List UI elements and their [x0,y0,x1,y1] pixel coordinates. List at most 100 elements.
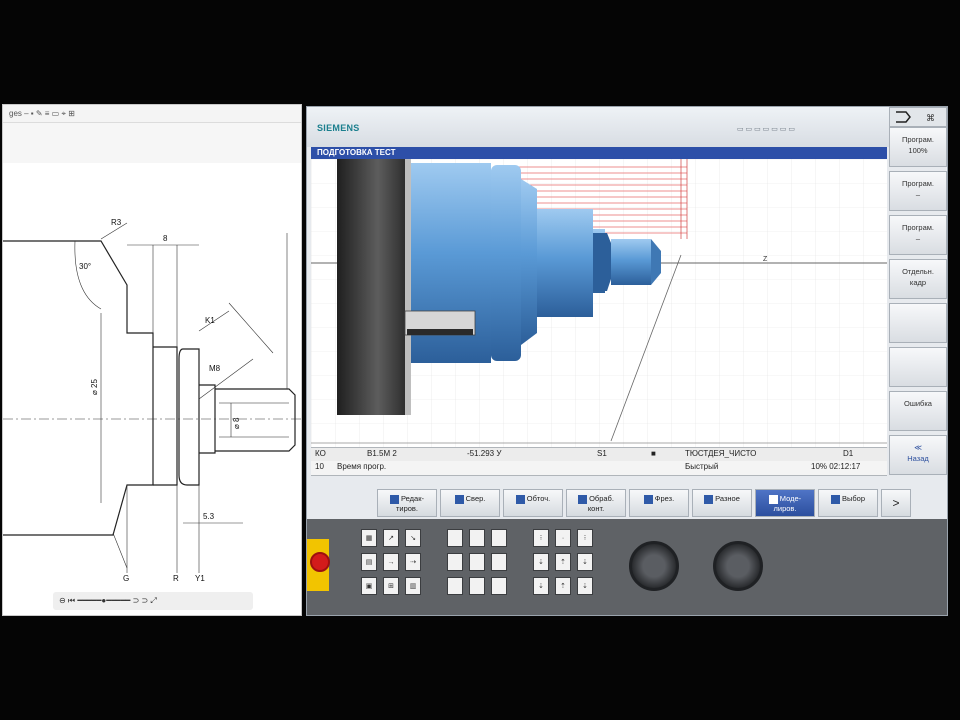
vsoftkey-3[interactable]: Програм. – [889,215,947,255]
cnc-control-window: SIEMENS ▭ ▭ ▭ ▭ ▭ ▭ ▭ ⌘ ПОДГОТОВКА ТЕСТ [306,106,948,616]
panel-key-3-3[interactable]: ⁝ [577,529,593,547]
panel-key-repos[interactable]: ↘ [405,529,421,547]
hsoftkey-select[interactable]: Выбор [818,489,878,517]
drill-icon [454,494,464,504]
edit-icon [389,494,399,504]
panel-key-3-5[interactable]: ⇡ [555,553,571,571]
dim-angle-label: 30° [79,262,91,271]
dim-radius-label: R3 [111,218,122,227]
dim-diameter-left-label: ⌀ 25 [90,379,99,395]
hsoftkey-misc-label: Разное [715,494,740,503]
panel-key-3-7[interactable]: ⇣ [533,577,549,595]
hsoftkey-turning[interactable]: Обточ. [503,489,563,517]
emergency-stop-button[interactable] [310,552,330,572]
hsoftkey-select-label: Выбор [841,494,866,503]
dim-bottom-a-label: G [123,574,129,583]
machine-control-panel: ▦ ↗ ↘ ▤ → ⇢ ▣ ⊞ ▥ ⁝ · ⁝ ⇣ ⇡ ⇣ ⇣ ⇡ ⇣ [307,519,947,615]
vsoftkey-5[interactable] [889,303,947,343]
panel-key-2-1[interactable] [447,529,463,547]
status-indicator: ■ [651,449,656,458]
hsoftkey-contour-label: Обраб. конт. [587,494,614,513]
hsoftkey-drill-label: Свер. [465,494,486,503]
panel-key-jog[interactable]: ▦ [361,529,377,547]
vsoftkey-1[interactable]: Програм. 100% [889,127,947,167]
panel-key-2-3[interactable] [491,529,507,547]
status-coordinate: -51.293 У [467,449,502,458]
panel-key-inc[interactable]: ⊞ [383,577,399,595]
status-time: 10% 02:12:17 [811,462,861,471]
page-navigation-bar[interactable]: ⊖ ⏮ ━━━━━●━━━━━ ⊃ ⊃ ⤢ [53,592,253,610]
feed-override-knob[interactable] [629,541,679,591]
panel-key-3-4[interactable]: ⇣ [533,553,549,571]
dim-diameter-mid-label: ⌀ 8 [232,417,241,429]
panel-key-2-5[interactable] [469,553,485,571]
technical-drawing: R3 30° 8 K1 M8 ⌀ 25 ⌀ 8 5.3 G R Y1 [3,218,301,583]
vsoftkey-4[interactable]: Отдельн. кадр [889,259,947,299]
panel-key-3-9[interactable]: ⇣ [577,577,593,595]
drawing-toolbar[interactable]: ges – ▪ ✎ ≡ ▭ ⌖ ⊞ [3,105,301,123]
panel-key-ref[interactable]: ↗ [383,529,399,547]
svg-text:Z: Z [763,256,768,263]
hsoftkey-next[interactable]: > [881,489,911,517]
dim-thread-label: M8 [209,364,221,373]
header-status-icons: ▭ ▭ ▭ ▭ ▭ ▭ ▭ [737,126,795,133]
dim-bottom-c-label: Y1 [195,574,205,583]
cnc-header: SIEMENS ▭ ▭ ▭ ▭ ▭ ▭ ▭ [307,107,889,147]
panel-key-2-2[interactable] [469,529,485,547]
status-speed-mode: Быстрый [685,462,719,471]
simulation-icon [768,494,778,504]
panel-key-auto[interactable]: → [383,553,399,571]
status-line-2: 10 Время прогр. Быстрый 10% 02:12:17 [311,461,887,476]
hsoftkey-simulation[interactable]: Моде- лиров. [755,489,815,517]
status-channel: КО [315,449,326,458]
vsoftkey-error[interactable]: Ошибка [889,391,947,431]
milling-icon [643,494,653,504]
panel-key-single[interactable]: ⇢ [405,553,421,571]
turning-icon [515,494,525,504]
panel-key-var[interactable]: ▥ [405,577,421,595]
hsoftkey-edit-label: Редак- тиров. [395,494,424,513]
horizontal-softkeys: Редак- тиров. Свер. Обточ. Обраб. конт. … [377,489,947,519]
vsoftkey-2[interactable]: Програм. – [889,171,947,211]
hsoftkey-edit[interactable]: Редак- тиров. [377,489,437,517]
panel-key-teach[interactable]: ▣ [361,577,377,595]
drawing-ribbon [3,123,301,163]
select-icon [830,494,840,504]
status-block: В1.5М 2 [367,449,397,458]
hsoftkey-milling[interactable]: Фрез. [629,489,689,517]
spindle-override-knob[interactable] [713,541,763,591]
contour-icon [578,494,588,504]
dim-top-width-label: 8 [163,234,168,243]
status-feed: 10 [315,462,324,471]
dim-small-length-label: 5.3 [203,512,215,521]
panel-key-2-4[interactable] [447,553,463,571]
turning-simulation: Z [311,159,887,447]
program-title: ПОДГОТОВКА ТЕСТ [317,148,396,157]
dim-chamfer-label: K1 [205,316,215,325]
emergency-stop-plate [307,539,330,591]
brand-logo: SIEMENS [317,123,360,133]
panel-key-2-8[interactable] [469,577,485,595]
hsoftkey-turning-label: Обточ. [526,494,551,503]
status-tool-name: ТЮСТДЕЯ_ЧИСТО [685,449,757,458]
panel-key-3-6[interactable]: ⇣ [577,553,593,571]
panel-key-mda[interactable]: ▤ [361,553,377,571]
vsoftkey-back[interactable]: ≪ Назад [889,435,947,475]
panel-key-3-1[interactable]: ⁝ [533,529,549,547]
hsoftkey-contour[interactable]: Обраб. конт. [566,489,626,517]
dim-bottom-b-label: R [173,574,179,583]
hsoftkey-misc[interactable]: Разное [692,489,752,517]
program-title-bar: ПОДГОТОВКА ТЕСТ [311,147,887,159]
vsoftkey-6[interactable] [889,347,947,387]
panel-key-3-2[interactable]: · [555,529,571,547]
panel-key-2-6[interactable] [491,553,507,571]
hsoftkey-drill[interactable]: Свер. [440,489,500,517]
vertical-softkeys: Програм. 100% Програм. – Програм. – Отде… [889,121,947,477]
hsoftkey-milling-label: Фрез. [654,494,675,503]
panel-key-2-9[interactable] [491,577,507,595]
panel-key-2-7[interactable] [447,577,463,595]
misc-icon [704,494,714,504]
status-program-time-label: Время прогр. [337,462,387,471]
panel-key-3-8[interactable]: ⇡ [555,577,571,595]
simulation-view[interactable]: Z [311,159,887,447]
